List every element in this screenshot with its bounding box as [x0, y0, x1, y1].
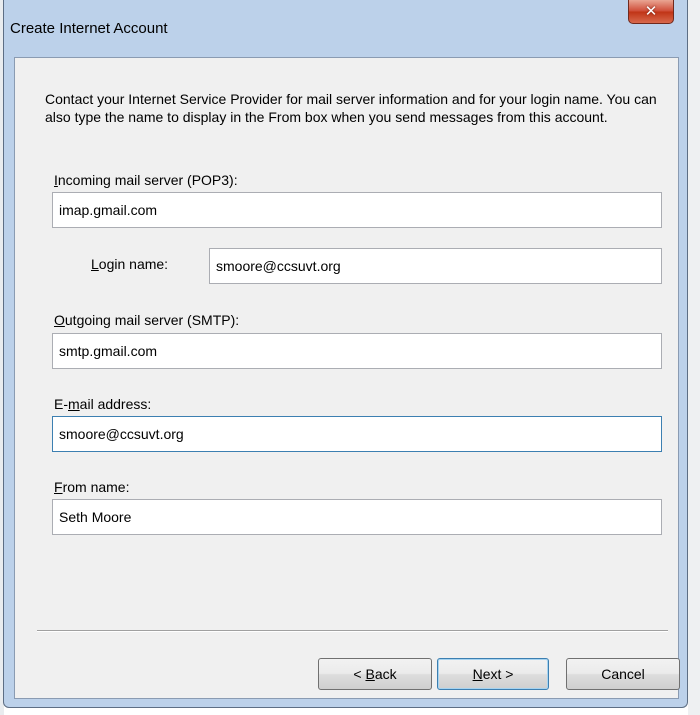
window-title: Create Internet Account	[10, 20, 168, 37]
email-address-input[interactable]: smoore@ccsuvt.org	[52, 416, 662, 452]
button-separator-highlight	[37, 631, 668, 632]
dialog-content	[14, 57, 679, 699]
login-name-input[interactable]: smoore@ccsuvt.org	[209, 248, 662, 284]
close-button[interactable]: ✕	[628, 0, 674, 24]
back-button[interactable]: < Back	[318, 658, 432, 690]
login-name-label: Login name:	[91, 256, 169, 272]
next-button[interactable]: Next >	[437, 658, 549, 690]
instructions-text: Contact your Internet Service Provider f…	[45, 91, 657, 125]
incoming-server-label: Incoming mail server (POP3):	[54, 172, 238, 188]
title-bar[interactable]: Create Internet Account ✕	[4, 0, 687, 56]
background-edge-right	[688, 0, 700, 715]
email-address-label: E-mail address:	[54, 396, 152, 412]
outgoing-server-label: Outgoing mail server (SMTP):	[54, 312, 240, 328]
from-name-input[interactable]: Seth Moore	[52, 499, 662, 535]
from-name-label: From name:	[54, 479, 130, 495]
cancel-button[interactable]: Cancel	[566, 658, 680, 690]
incoming-server-input[interactable]: imap.gmail.com	[52, 192, 662, 228]
close-icon: ✕	[644, 2, 658, 20]
outgoing-server-input[interactable]: smtp.gmail.com	[52, 333, 662, 369]
